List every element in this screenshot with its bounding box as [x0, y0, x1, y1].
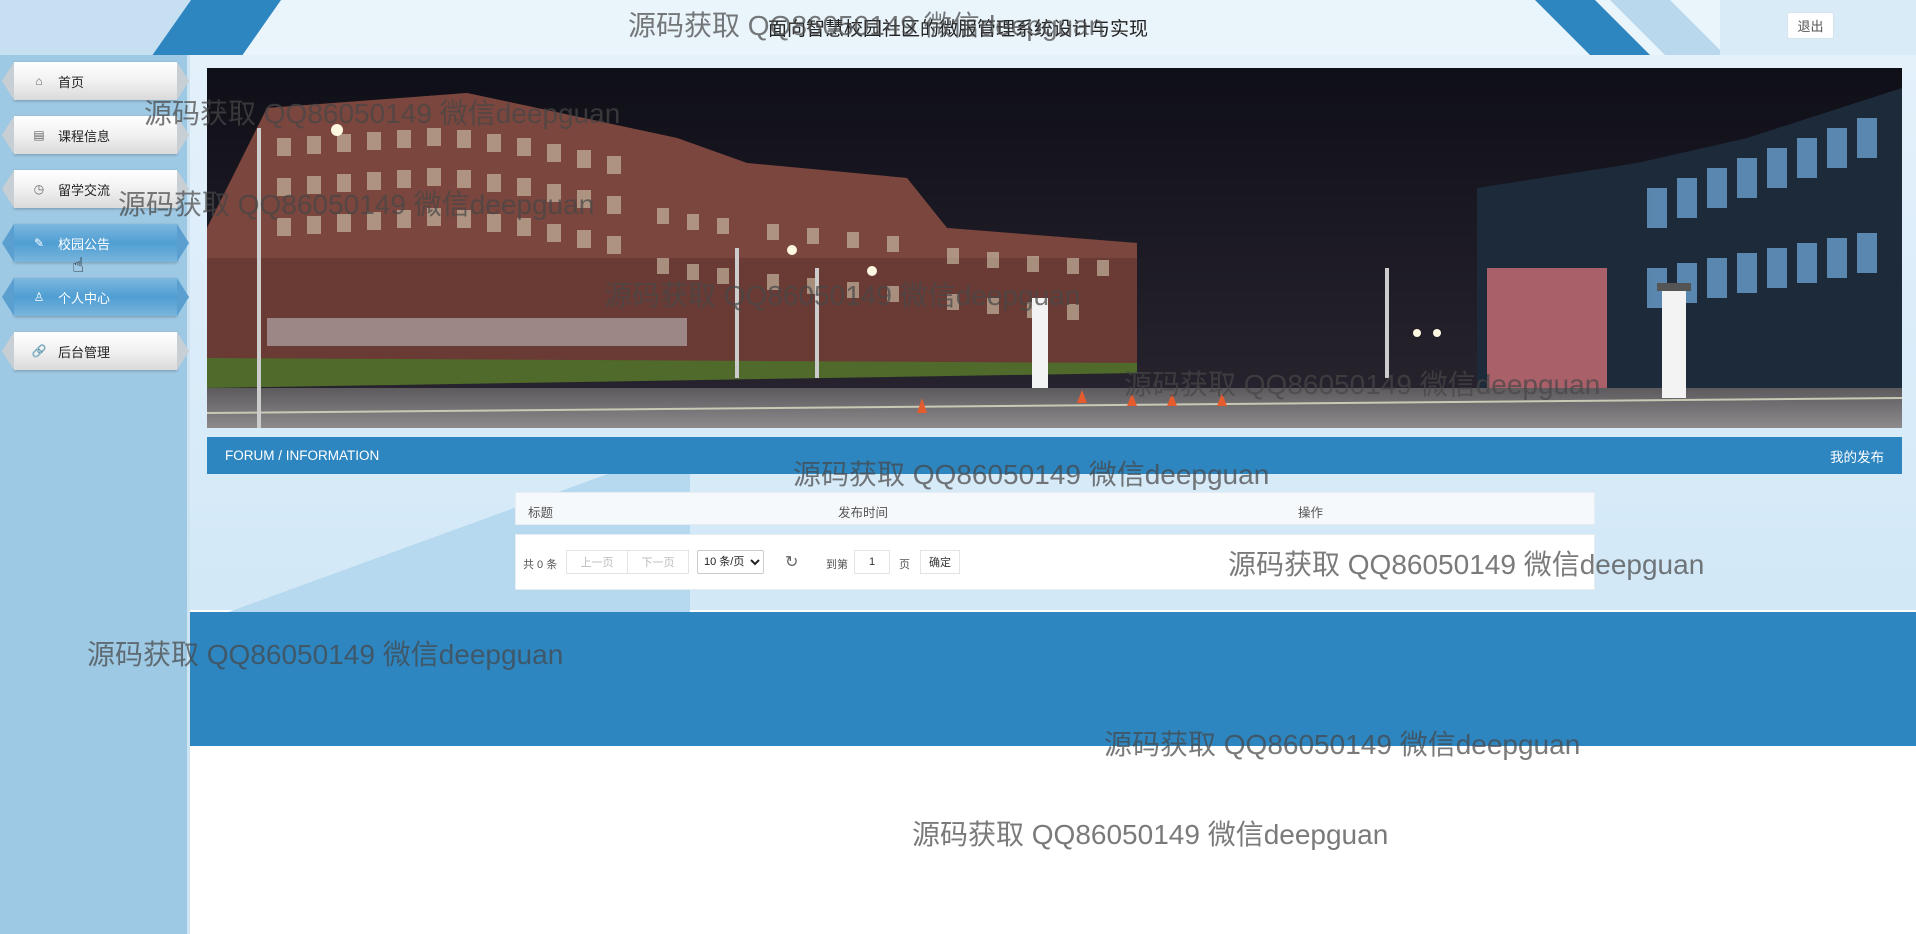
pagination: 共 0 条 上一页 下一页 10 条/页 ↻ 到第 1 页 确定 — [515, 534, 1595, 590]
hand-cursor-icon: ☝ — [72, 255, 85, 277]
sidebar-item-study-abroad[interactable]: ◷ 留学交流 — [2, 170, 189, 208]
my-posts-link[interactable]: 我的发布 — [1830, 446, 1884, 466]
page-number-input[interactable]: 1 — [854, 550, 890, 574]
home-icon: ⌂ — [35, 74, 43, 88]
logout-button[interactable]: 退出 — [1787, 12, 1834, 39]
clock-icon: ◷ — [33, 182, 45, 196]
sidebar-item-label: 留学交流 — [58, 182, 111, 198]
refresh-icon[interactable]: ↻ — [785, 552, 798, 572]
total-count: 共 0 条 — [523, 559, 558, 571]
confirm-button[interactable]: 确定 — [920, 550, 960, 574]
prev-page-button[interactable]: 上一页 — [566, 550, 628, 574]
link-icon: 🔗 — [31, 344, 47, 358]
banner-carousel[interactable] — [207, 68, 1902, 428]
sidebar-item-label: 校园公告 — [58, 236, 111, 252]
edit-icon: ✎ — [33, 236, 45, 250]
document-icon: ▤ — [33, 128, 45, 142]
section-title: FORUM / INFORMATION — [225, 448, 380, 463]
user-icon: ♙ — [33, 290, 45, 304]
section-header: FORUM / INFORMATION 我的发布 — [207, 437, 1902, 474]
sidebar-item-admin[interactable]: 🔗 后台管理 — [2, 332, 189, 370]
sidebar-item-label: 课程信息 — [58, 128, 111, 144]
page-unit-label: 页 — [899, 559, 910, 571]
sidebar-item-personal-center[interactable]: ♙ 个人中心 — [2, 278, 189, 316]
sidebar-item-label: 后台管理 — [58, 344, 111, 360]
site-title: 面向智慧校园社区的微服管理系统设计与实现 — [767, 19, 1148, 40]
next-page-button[interactable]: 下一页 — [627, 550, 689, 574]
table-header: 标题 发布时间 操作 — [515, 492, 1595, 525]
column-actions: 操作 — [1298, 506, 1324, 520]
top-header: 面向智慧校园社区的微服管理系统设计与实现 退出 — [0, 0, 1916, 55]
page-bottom — [190, 746, 1916, 934]
footer — [190, 612, 1916, 746]
page-size-select[interactable]: 10 条/页 — [697, 550, 764, 574]
sidebar-item-home[interactable]: ⌂ 首页 — [2, 62, 189, 100]
goto-label: 到第 — [826, 559, 848, 571]
sidebar-item-label: 个人中心 — [58, 290, 111, 306]
sidebar-item-announcements[interactable]: ✎ 校园公告 — [2, 224, 189, 262]
sidebar-item-label: 首页 — [58, 74, 85, 90]
column-title: 标题 — [528, 506, 554, 520]
sidebar-item-course-info[interactable]: ▤ 课程信息 — [2, 116, 189, 154]
campus-night-photo — [207, 68, 1902, 428]
column-publish-time: 发布时间 — [838, 506, 889, 520]
